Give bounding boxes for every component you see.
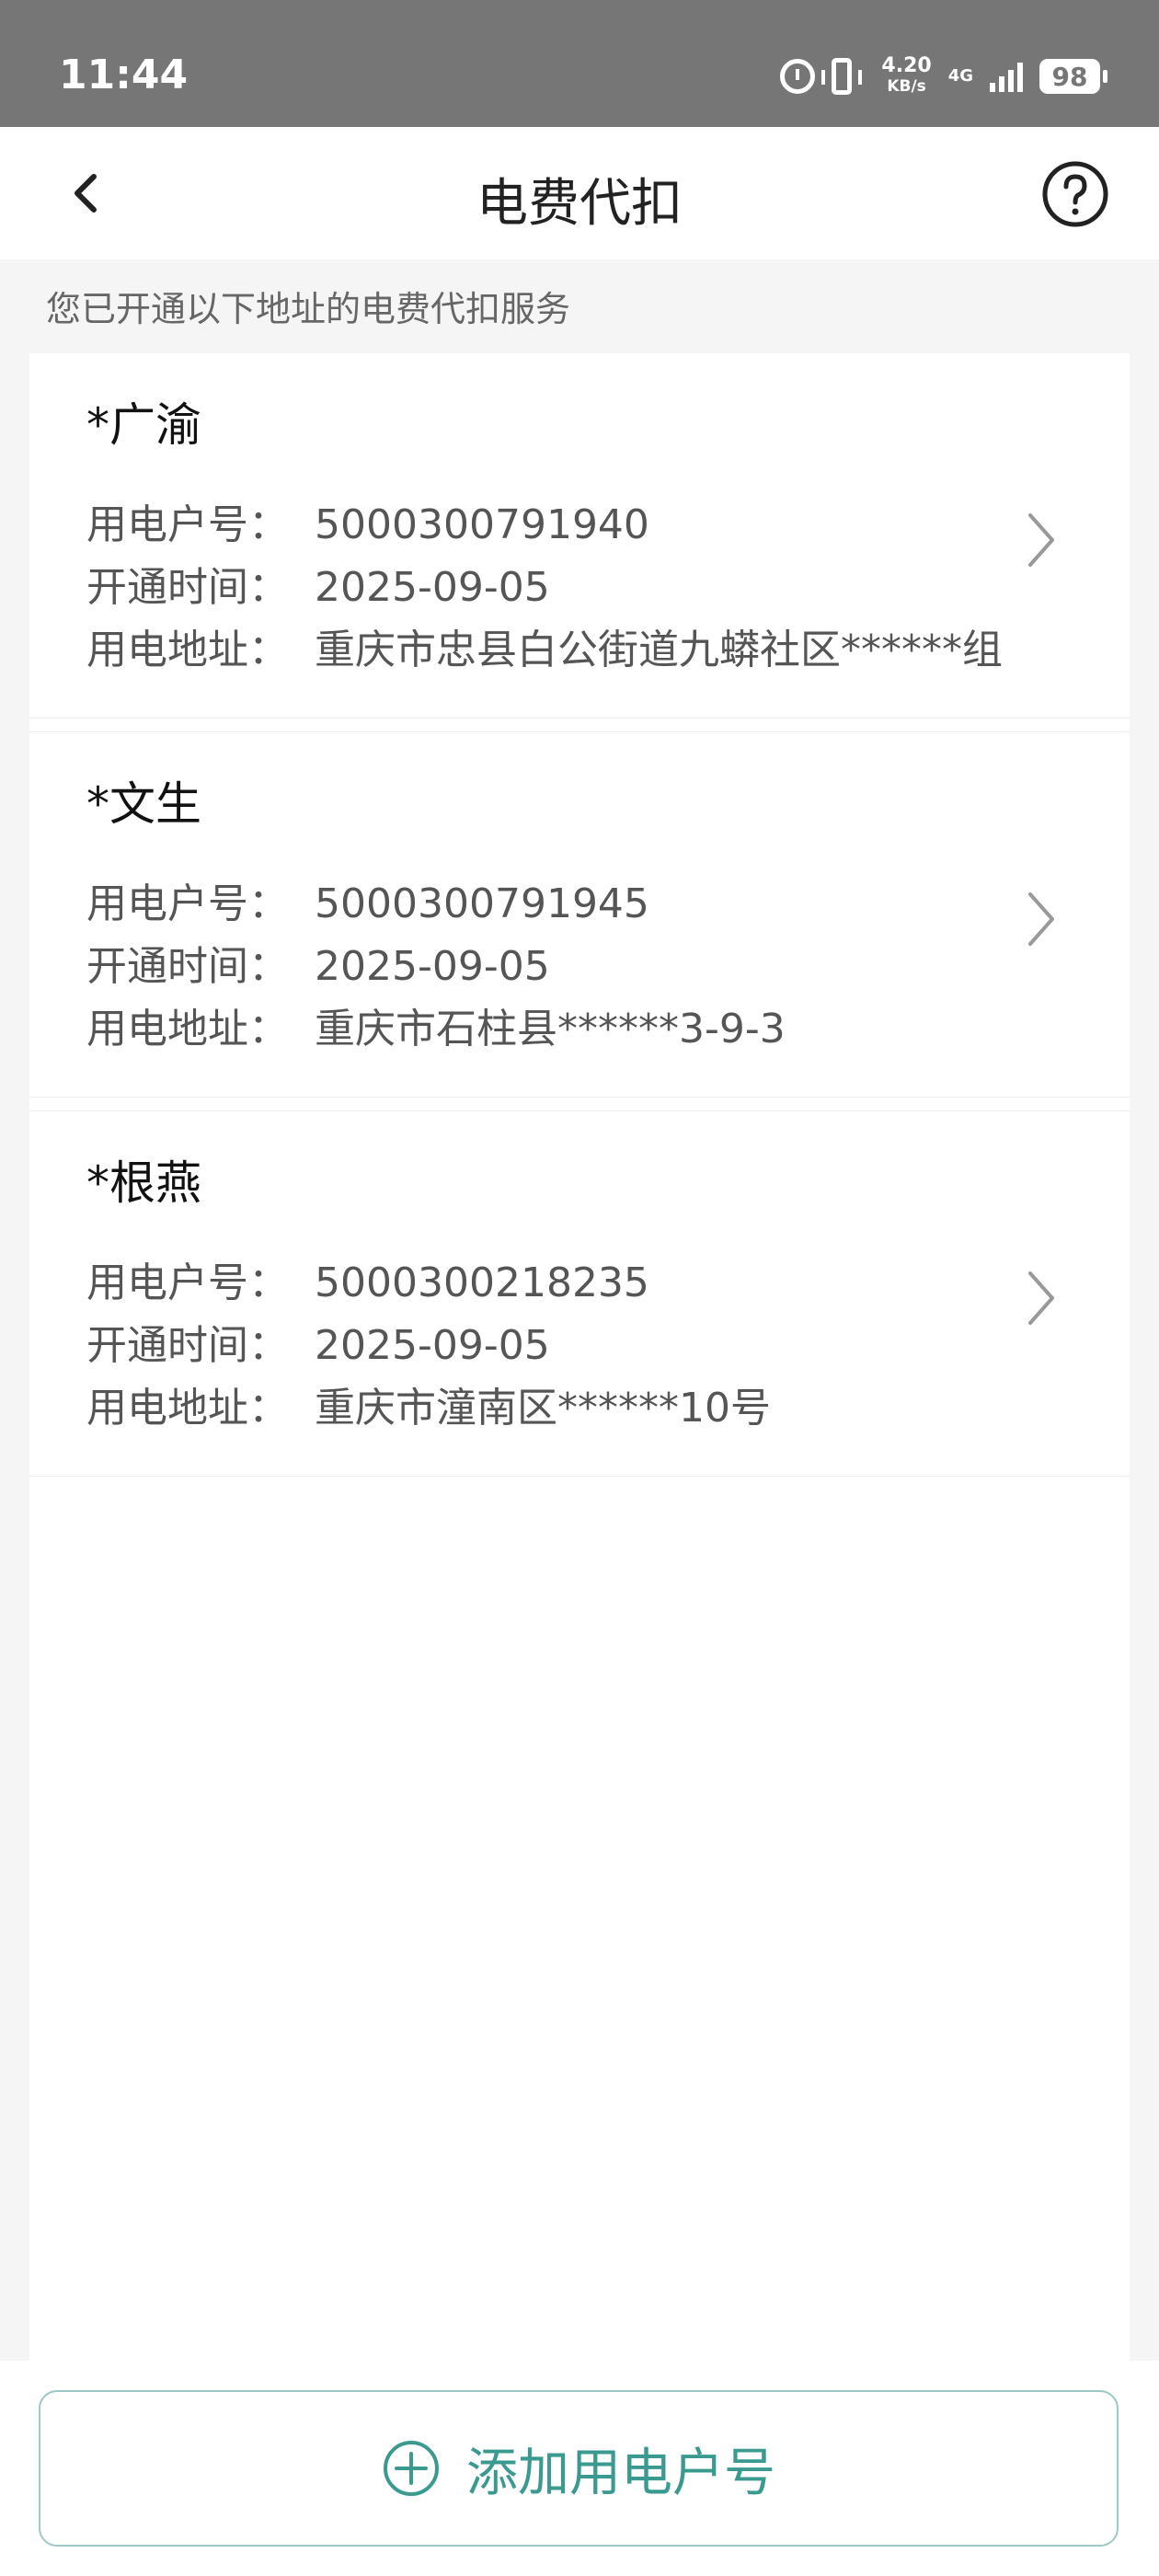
network-speed: 4.20 KB/s xyxy=(881,56,931,97)
address-row: 用电地址： 重庆市潼南区******10号 xyxy=(86,1374,771,1433)
account-card[interactable]: *广渝 用电户号： 5000300791940 开通时间： 2025-09-05 用… xyxy=(29,353,1130,719)
address-value: 重庆市石柱县******3-9-3 xyxy=(315,1006,786,1052)
account-number-label: 用电户号： xyxy=(86,880,289,927)
chevron-right-icon xyxy=(1028,892,1054,946)
speed-value: 4.20 xyxy=(881,54,932,77)
add-account-label: 添加用电户号 xyxy=(466,2443,775,2503)
account-card[interactable]: *文生 用电户号： 5000300791945 开通时间： 2025-09-05 用… xyxy=(29,731,1130,1098)
add-account-button[interactable]: 添加用电户号 xyxy=(39,2390,1119,2547)
account-card[interactable]: *根燕 用电户号： 5000300218235 开通时间： 2025-09-05 用… xyxy=(29,1110,1130,1477)
speed-unit: KB/s xyxy=(887,77,926,96)
status-time: 11:44 xyxy=(59,52,189,98)
open-time-label: 开通时间： xyxy=(86,943,289,990)
address-label: 用电地址： xyxy=(86,1385,289,1432)
account-number-row: 用电户号： 5000300791940 xyxy=(86,491,649,550)
open-time-value: 2025-09-05 xyxy=(315,1322,550,1369)
open-time-value: 2025-09-05 xyxy=(315,564,550,611)
account-number-label: 用电户号： xyxy=(86,501,289,548)
page-title: 电费代扣 xyxy=(476,174,683,234)
open-time-row: 开通时间： 2025-09-05 xyxy=(86,1312,550,1371)
open-time-value: 2025-09-05 xyxy=(315,943,550,990)
open-time-row: 开通时间： 2025-09-05 xyxy=(86,933,550,992)
account-number-value: 5000300791940 xyxy=(315,501,649,548)
account-number-label: 用电户号： xyxy=(86,1259,289,1306)
battery-icon: 98 xyxy=(1039,59,1107,94)
plus-circle-icon xyxy=(384,2441,439,2496)
app-header: 电费代扣 xyxy=(0,127,1159,259)
address-value: 重庆市忠县白公街道九蟒社区******组 xyxy=(315,627,1003,673)
chevron-right-icon xyxy=(1028,513,1054,567)
open-time-label: 开通时间： xyxy=(86,564,289,611)
chevron-right-icon xyxy=(1028,1271,1054,1325)
open-time-row: 开通时间： 2025-09-05 xyxy=(86,554,550,613)
address-row: 用电地址： 重庆市石柱县******3-9-3 xyxy=(86,995,786,1054)
help-icon[interactable] xyxy=(1041,160,1109,228)
status-bar: 11:44 4.20 KB/s 4G 98 xyxy=(0,0,1159,127)
account-number-value: 5000300791945 xyxy=(315,880,649,927)
address-value: 重庆市潼南区******10号 xyxy=(315,1385,771,1432)
status-icons: 4.20 KB/s 4G 98 xyxy=(780,53,1107,99)
vibrate-icon xyxy=(821,58,863,95)
address-row: 用电地址： 重庆市忠县白公街道九蟒社区******组 xyxy=(86,616,1003,675)
account-holder-name: *文生 xyxy=(86,777,201,831)
bottom-bar: 添加用电户号 xyxy=(0,2361,1159,2576)
address-label: 用电地址： xyxy=(86,627,289,673)
open-time-label: 开通时间： xyxy=(86,1322,289,1369)
account-holder-name: *根燕 xyxy=(86,1156,201,1210)
network-type: 4G xyxy=(947,66,973,86)
battery-level: 98 xyxy=(1051,61,1088,92)
account-holder-name: *广渝 xyxy=(86,398,201,452)
service-description: 您已开通以下地址的电费代扣服务 xyxy=(46,289,571,329)
account-number-value: 5000300218235 xyxy=(315,1259,649,1306)
account-number-row: 用电户号： 5000300791945 xyxy=(86,870,649,929)
address-label: 用电地址： xyxy=(86,1006,289,1052)
account-list: *广渝 用电户号： 5000300791940 开通时间： 2025-09-05 用… xyxy=(29,353,1130,2361)
signal-icon xyxy=(990,61,1023,92)
account-number-row: 用电户号： 5000300218235 xyxy=(86,1249,649,1308)
alarm-icon xyxy=(780,59,816,94)
